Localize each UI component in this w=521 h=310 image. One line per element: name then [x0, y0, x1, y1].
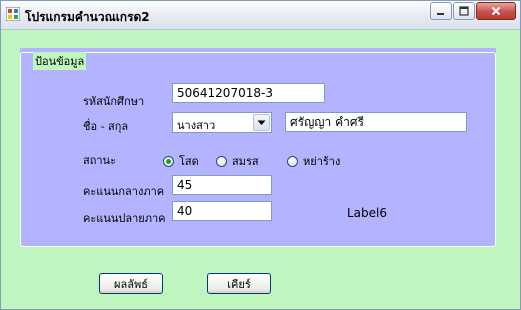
minimize-button[interactable] [430, 2, 452, 20]
midterm-label: คะแนนกลางภาค [83, 185, 165, 198]
status-radio-divorced-label: หย่าร้าง [303, 155, 341, 168]
status-radio-divorced[interactable]: หย่าร้าง [287, 152, 340, 170]
status-radio-married-label: สมรส [232, 155, 259, 168]
status-radio-single-label: โสด [179, 155, 199, 168]
result-button[interactable]: ผลลัพธ์ [99, 273, 163, 294]
app-window: โปรแกรมคำนวณเกรด2 ป้อนข้อมูล รหัสนักศึกษ… [0, 0, 521, 310]
status-radio-married[interactable]: สมรส [216, 152, 259, 170]
final-label: คะแนนปลายภาค [83, 212, 166, 225]
chevron-down-icon [257, 120, 266, 125]
window-controls [430, 2, 516, 20]
student-id-label: รหัสนักศึกษา [83, 95, 145, 108]
maximize-icon [459, 6, 469, 16]
maximize-button[interactable] [453, 2, 475, 20]
app-icon [6, 7, 20, 21]
student-id-input[interactable]: 50641207018-3 [172, 83, 325, 103]
window-title: โปรแกรมคำนวณเกรด2 [25, 10, 150, 24]
close-icon [491, 6, 501, 16]
minimize-icon [437, 13, 444, 15]
dropdown-button[interactable] [253, 114, 270, 131]
status-label: สถานะ [83, 154, 116, 167]
clear-button[interactable]: เคียร์ [207, 273, 271, 294]
close-button[interactable] [476, 2, 516, 20]
full-name-input[interactable]: ศรัญญา คำศรี [285, 112, 467, 132]
title-select-value: นางสาว [177, 119, 216, 132]
groupbox-title: ป้อนข้อมูล [33, 52, 87, 70]
radio-checked-icon [163, 155, 174, 167]
final-input[interactable]: 40 [172, 201, 272, 221]
result-label: Label6 [347, 206, 388, 220]
status-radio-single[interactable]: โสด [163, 152, 199, 170]
radio-unchecked-icon [287, 155, 298, 167]
name-label: ชื่อ - สกุล [83, 120, 129, 133]
title-select[interactable]: นางสาว [172, 112, 272, 133]
title-bar[interactable]: โปรแกรมคำนวณเกรด2 [1, 1, 520, 30]
midterm-input[interactable]: 45 [172, 175, 272, 195]
radio-unchecked-icon [216, 155, 227, 167]
